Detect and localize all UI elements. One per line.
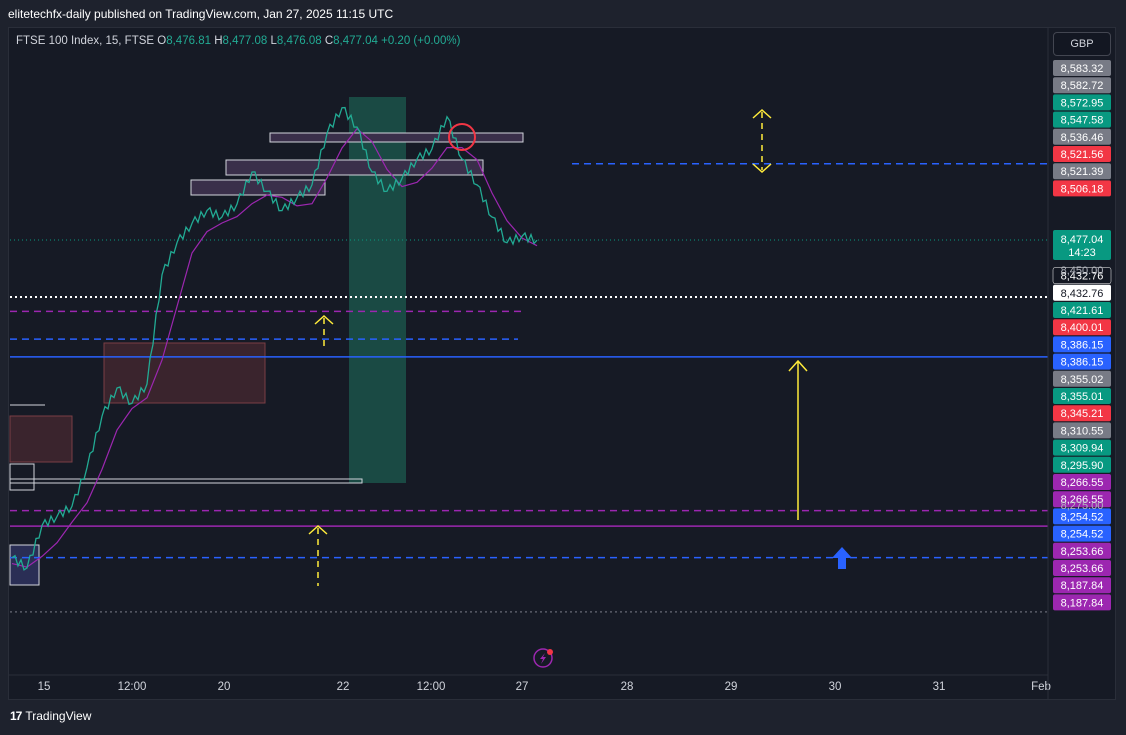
price-tag: 8,355.02	[1053, 370, 1111, 387]
price-tag: 8,582.72	[1053, 77, 1111, 94]
price-tick-label: 8,450.00	[1061, 265, 1104, 277]
demand-zone	[103, 342, 266, 404]
price-tag: 8,309.94	[1053, 439, 1111, 456]
time-tick-label: 12:00	[118, 681, 147, 693]
svg-text:8,253.66: 8,253.66	[1061, 563, 1104, 575]
price-tag: 8,253.66	[1053, 560, 1111, 576]
time-tick-label: 29	[725, 681, 738, 693]
low-value: 8,476.08	[276, 35, 322, 47]
resistance-box-top	[269, 132, 524, 143]
price-tag: 8,400.01	[1053, 319, 1111, 336]
tradingview-brand: TradingView	[25, 709, 92, 723]
svg-text:8,547.58: 8,547.58	[1061, 115, 1104, 127]
time-tick-label: 31	[933, 681, 946, 693]
zones	[9, 97, 524, 586]
price-tag: 8,254.52	[1053, 525, 1111, 542]
svg-text:8,582.72: 8,582.72	[1061, 80, 1104, 92]
change-value: +0.20 (+0.00%)	[381, 35, 461, 47]
svg-text:8,386.15: 8,386.15	[1061, 339, 1104, 351]
svg-text:8,432.76: 8,432.76	[1061, 288, 1104, 300]
tradingview-footer[interactable]: 17 TradingView	[10, 709, 91, 723]
svg-text:8,477.04: 8,477.04	[1061, 234, 1104, 246]
price-tag: 8,547.58	[1053, 111, 1111, 128]
time-tick-label: 22	[337, 681, 350, 693]
time-tick-label: 28	[621, 681, 634, 693]
blue-up-arrow	[832, 547, 852, 569]
price-tag: 8,432.76	[1053, 284, 1111, 301]
price-tag: 8,187.84	[1053, 594, 1111, 611]
price-tag: 8,583.32	[1053, 60, 1111, 76]
price-tag: 8,266.55	[1053, 474, 1111, 490]
price-tag: 8,345.21	[1053, 405, 1111, 422]
price-tag: 8,536.46	[1053, 128, 1111, 145]
support-box-bottom	[9, 544, 40, 586]
svg-text:8,572.95: 8,572.95	[1061, 97, 1104, 109]
svg-text:8,266.55: 8,266.55	[1061, 477, 1104, 489]
support-box-small	[9, 463, 35, 491]
price-axis[interactable]: 8,583.32 8,582.72 8,572.95 8,547.58 8,536.46…	[10, 60, 1112, 611]
svg-text:8,345.21: 8,345.21	[1061, 408, 1104, 420]
svg-text:14:23: 14:23	[1068, 247, 1096, 259]
svg-text:8,254.52: 8,254.52	[1061, 511, 1104, 523]
time-tick-label: 20	[218, 681, 231, 693]
svg-text:8,386.15: 8,386.15	[1061, 357, 1104, 369]
price-tag: 8,386.15	[1053, 353, 1111, 370]
ohlc-legend: FTSE 100 Index, 15, FTSE O8,476.81 H8,47…	[16, 35, 460, 47]
tradingview-logo-icon: 17	[10, 709, 22, 723]
lightning-icon	[533, 648, 553, 668]
svg-text:8,421.61: 8,421.61	[1061, 305, 1104, 317]
svg-text:8,400.01: 8,400.01	[1061, 322, 1104, 334]
svg-text:8,310.55: 8,310.55	[1061, 425, 1104, 437]
svg-text:8,309.94: 8,309.94	[1061, 443, 1104, 455]
open-label: O	[157, 35, 167, 47]
resistance-box-mid	[225, 159, 484, 176]
demand-zone-left	[9, 415, 73, 463]
price-tag: 8,295.90	[1053, 456, 1111, 473]
svg-text:8,583.32: 8,583.32	[1061, 63, 1104, 75]
svg-text:8,355.01: 8,355.01	[1061, 391, 1104, 403]
svg-text:8,521.56: 8,521.56	[1061, 149, 1104, 161]
time-tick-label: 30	[829, 681, 842, 693]
currency-button[interactable]: GBP	[1053, 32, 1111, 56]
price-tag: 8,187.84	[1053, 577, 1111, 594]
svg-text:8,254.52: 8,254.52	[1061, 529, 1104, 541]
high-label: H	[214, 35, 223, 47]
svg-text:8,521.39: 8,521.39	[1061, 166, 1104, 178]
svg-text:8,187.84: 8,187.84	[1061, 580, 1104, 592]
svg-text:8,355.02: 8,355.02	[1061, 374, 1104, 386]
time-tick-label: 15	[38, 681, 51, 693]
svg-text:8,536.46: 8,536.46	[1061, 132, 1104, 144]
green-target-zone	[349, 97, 406, 483]
chart-canvas[interactable]: 8,583.32 8,582.72 8,572.95 8,547.58 8,536.46…	[0, 0, 1126, 735]
svg-text:8,295.90: 8,295.90	[1061, 460, 1104, 472]
svg-text:8,506.18: 8,506.18	[1061, 183, 1104, 195]
svg-text:8,187.84: 8,187.84	[1061, 597, 1104, 609]
price-tag: 8,386.15	[1053, 336, 1111, 353]
price-tag: 8,572.95	[1053, 94, 1111, 111]
price-tag: 8,421.61	[1053, 302, 1111, 318]
support-box-long	[9, 478, 363, 484]
symbol-label: FTSE 100 Index, 15, FTSE	[16, 35, 155, 47]
close-value: 8,477.04	[333, 35, 378, 47]
high-value: 8,477.08	[222, 35, 268, 47]
price-tag: 8,355.01	[1053, 388, 1111, 404]
open-value: 8,476.81	[166, 35, 211, 47]
last-price-tag: 8,477.0414:23	[10, 230, 1111, 260]
close-label: C	[324, 35, 334, 47]
price-tag: 8,506.18	[1053, 180, 1111, 197]
svg-text:8,253.66: 8,253.66	[1061, 546, 1104, 558]
price-tag: 8,521.39	[1053, 163, 1111, 180]
price-tag: 8,521.56	[1053, 146, 1111, 162]
price-tick-label: 8,275.00	[1061, 500, 1104, 512]
time-tick-label: 12:00	[417, 681, 446, 693]
price-tag: 8,310.55	[1053, 422, 1111, 439]
price-tag: 8,253.66	[1053, 542, 1111, 559]
time-tick-label: 27	[516, 681, 529, 693]
